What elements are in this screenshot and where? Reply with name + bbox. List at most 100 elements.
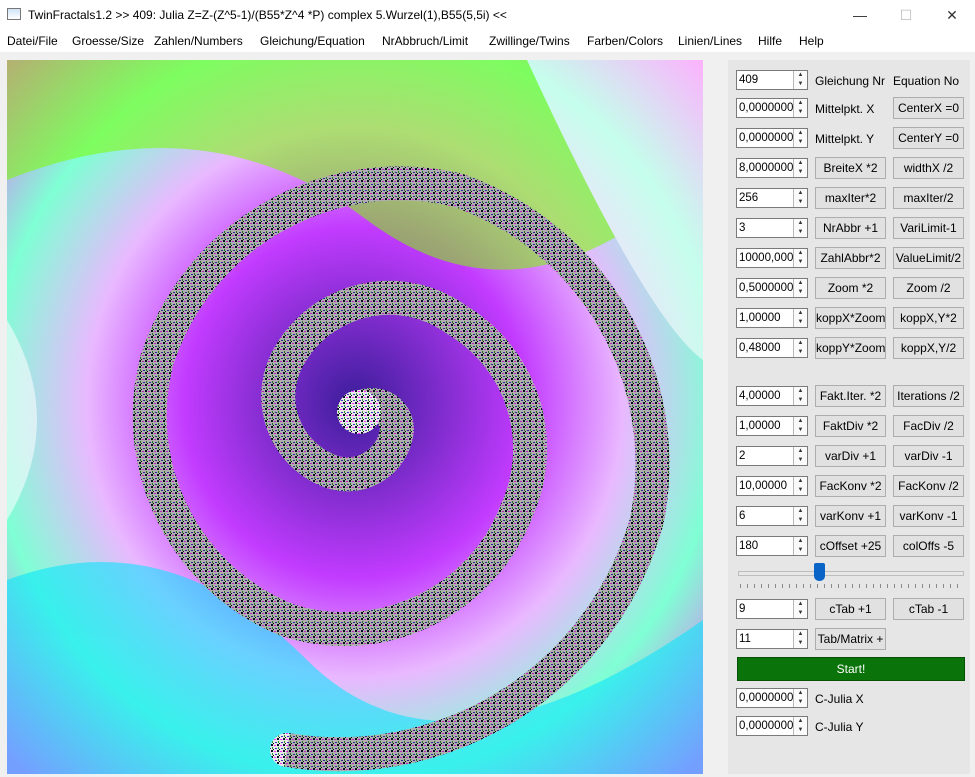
spin-up-icon[interactable]: ▲ <box>794 279 807 288</box>
color-table-input[interactable]: 9 ▲ ▼ <box>736 599 808 619</box>
spin-up-icon[interactable]: ▲ <box>794 689 807 698</box>
tab-matrix-input[interactable]: 11 ▲ ▼ <box>736 629 808 649</box>
center-x-input[interactable]: 0,0000000 ▲ ▼ <box>736 98 808 118</box>
color-offset-input[interactable]: 180 ▲ ▼ <box>736 536 808 556</box>
spin-arrows[interactable]: ▲ ▼ <box>793 387 807 405</box>
zoom-half-button[interactable]: Zoom /2 <box>893 277 964 299</box>
maximize-button[interactable]: ☐ <box>883 0 929 30</box>
fakt-iter-double-button[interactable]: Fakt.Iter. *2 <box>815 385 886 407</box>
spin-down-icon[interactable]: ▼ <box>794 396 807 405</box>
spin-arrows[interactable]: ▲ ▼ <box>793 99 807 117</box>
spin-up-icon[interactable]: ▲ <box>794 537 807 546</box>
nr-limit-input[interactable]: 3 ▲ ▼ <box>736 218 808 238</box>
spin-down-icon[interactable]: ▼ <box>794 456 807 465</box>
spin-arrows[interactable]: ▲ ▼ <box>793 129 807 147</box>
fractal-canvas[interactable] <box>7 60 703 774</box>
fac-div-half-button[interactable]: FacDiv /2 <box>893 415 964 437</box>
kopp-x-input[interactable]: 1,00000 ▲ ▼ <box>736 308 808 328</box>
max-iter-double-button[interactable]: maxIter*2 <box>815 187 886 209</box>
var-div-input[interactable]: 2 ▲ ▼ <box>736 446 808 466</box>
spin-up-icon[interactable]: ▲ <box>794 189 807 198</box>
spin-arrows[interactable]: ▲ ▼ <box>793 537 807 555</box>
spin-up-icon[interactable]: ▲ <box>794 129 807 138</box>
width-double-button[interactable]: BreiteX *2 <box>815 157 886 179</box>
minimize-button[interactable]: — <box>837 0 883 30</box>
spin-up-icon[interactable]: ▲ <box>794 600 807 609</box>
spin-up-icon[interactable]: ▲ <box>794 417 807 426</box>
fac-konv-input[interactable]: 10,00000 ▲ ▼ <box>736 476 808 496</box>
spin-arrows[interactable]: ▲ ▼ <box>793 507 807 525</box>
spin-arrows[interactable]: ▲ ▼ <box>793 159 807 177</box>
tab-matrix-increment-button[interactable]: Tab/Matrix + <box>815 628 886 650</box>
spin-down-icon[interactable]: ▼ <box>794 108 807 117</box>
var-div-increment-button[interactable]: varDiv +1 <box>815 445 886 467</box>
fakt-div-input[interactable]: 1,00000 ▲ ▼ <box>736 416 808 436</box>
fakt-div-double-button[interactable]: FaktDiv *2 <box>815 415 886 437</box>
spin-arrows[interactable]: ▲ ▼ <box>793 219 807 237</box>
max-iter-half-button[interactable]: maxIter/2 <box>893 187 964 209</box>
spin-down-icon[interactable]: ▼ <box>794 486 807 495</box>
max-iter-input[interactable]: 256 ▲ ▼ <box>736 188 808 208</box>
kopp-y-input[interactable]: 0,48000 ▲ ▼ <box>736 338 808 358</box>
width-input[interactable]: 8,0000000 ▲ ▼ <box>736 158 808 178</box>
spin-up-icon[interactable]: ▲ <box>794 387 807 396</box>
spin-arrows[interactable]: ▲ ▼ <box>793 477 807 495</box>
spin-down-icon[interactable]: ▼ <box>794 698 807 707</box>
c-julia-y-input[interactable]: 0,0000000 ▲ ▼ <box>736 716 808 736</box>
fac-konv-half-button[interactable]: FacKonv /2 <box>893 475 964 497</box>
center-x-reset-button[interactable]: CenterX =0 <box>893 97 964 119</box>
spin-up-icon[interactable]: ▲ <box>794 630 807 639</box>
center-y-input[interactable]: 0,0000000 ▲ ▼ <box>736 128 808 148</box>
spin-arrows[interactable]: ▲ ▼ <box>793 600 807 618</box>
menu-help[interactable]: Help <box>799 34 824 48</box>
spin-down-icon[interactable]: ▼ <box>794 726 807 735</box>
spin-down-icon[interactable]: ▼ <box>794 288 807 297</box>
start-button[interactable]: Start! <box>737 657 965 681</box>
spin-down-icon[interactable]: ▼ <box>794 546 807 555</box>
value-limit-half-button[interactable]: ValueLimit/2 <box>893 247 964 269</box>
zoom-input[interactable]: 0,5000000 ▲ ▼ <box>736 278 808 298</box>
spin-arrows[interactable]: ▲ ▼ <box>793 717 807 735</box>
menu-zahlen[interactable]: Zahlen/Numbers <box>154 34 243 48</box>
menu-gleichung[interactable]: Gleichung/Equation <box>260 34 365 48</box>
menu-hilfe[interactable]: Hilfe <box>758 34 782 48</box>
fac-konv-double-button[interactable]: FacKonv *2 <box>815 475 886 497</box>
spin-arrows[interactable]: ▲ ▼ <box>793 339 807 357</box>
menu-groesse[interactable]: Groesse/Size <box>72 34 144 48</box>
color-table-increment-button[interactable]: cTab +1 <box>815 598 886 620</box>
menu-zwillinge[interactable]: Zwillinge/Twins <box>489 34 570 48</box>
spin-up-icon[interactable]: ▲ <box>794 99 807 108</box>
spin-up-icon[interactable]: ▲ <box>794 249 807 258</box>
nr-limit-increment-button[interactable]: NrAbbr +1 <box>815 217 886 239</box>
spin-up-icon[interactable]: ▲ <box>794 447 807 456</box>
spin-up-icon[interactable]: ▲ <box>794 159 807 168</box>
center-y-reset-button[interactable]: CenterY =0 <box>893 127 964 149</box>
c-julia-x-input[interactable]: 0,0000000 ▲ ▼ <box>736 688 808 708</box>
kopp-xy-half-button[interactable]: koppX,Y/2 <box>893 337 964 359</box>
var-konv-increment-button[interactable]: varKonv +1 <box>815 505 886 527</box>
var-konv-decrement-button[interactable]: varKonv -1 <box>893 505 964 527</box>
kopp-xy-double-button[interactable]: koppX,Y*2 <box>893 307 964 329</box>
spin-up-icon[interactable]: ▲ <box>794 219 807 228</box>
iterations-half-button[interactable]: Iterations /2 <box>893 385 964 407</box>
spin-arrows[interactable]: ▲ ▼ <box>793 189 807 207</box>
spin-up-icon[interactable]: ▲ <box>794 71 807 80</box>
spin-up-icon[interactable]: ▲ <box>794 507 807 516</box>
menu-nrabbruch[interactable]: NrAbbruch/Limit <box>382 34 468 48</box>
spin-arrows[interactable]: ▲ ▼ <box>793 71 807 89</box>
spin-down-icon[interactable]: ▼ <box>794 348 807 357</box>
kopp-x-zoom-button[interactable]: koppX*Zoom <box>815 307 886 329</box>
spin-arrows[interactable]: ▲ ▼ <box>793 689 807 707</box>
zoom-double-button[interactable]: Zoom *2 <box>815 277 886 299</box>
spin-down-icon[interactable]: ▼ <box>794 228 807 237</box>
menu-linien[interactable]: Linien/Lines <box>678 34 742 48</box>
spin-up-icon[interactable]: ▲ <box>794 717 807 726</box>
color-offset-increment-button[interactable]: cOffset +25 <box>815 535 886 557</box>
menu-datei[interactable]: Datei/File <box>7 34 58 48</box>
spin-up-icon[interactable]: ▲ <box>794 339 807 348</box>
var-konv-input[interactable]: 6 ▲ ▼ <box>736 506 808 526</box>
kopp-y-zoom-button[interactable]: koppY*Zoom <box>815 337 886 359</box>
fakt-iter-input[interactable]: 4,00000 ▲ ▼ <box>736 386 808 406</box>
value-limit-double-button[interactable]: ZahlAbbr*2 <box>815 247 886 269</box>
spin-down-icon[interactable]: ▼ <box>794 258 807 267</box>
